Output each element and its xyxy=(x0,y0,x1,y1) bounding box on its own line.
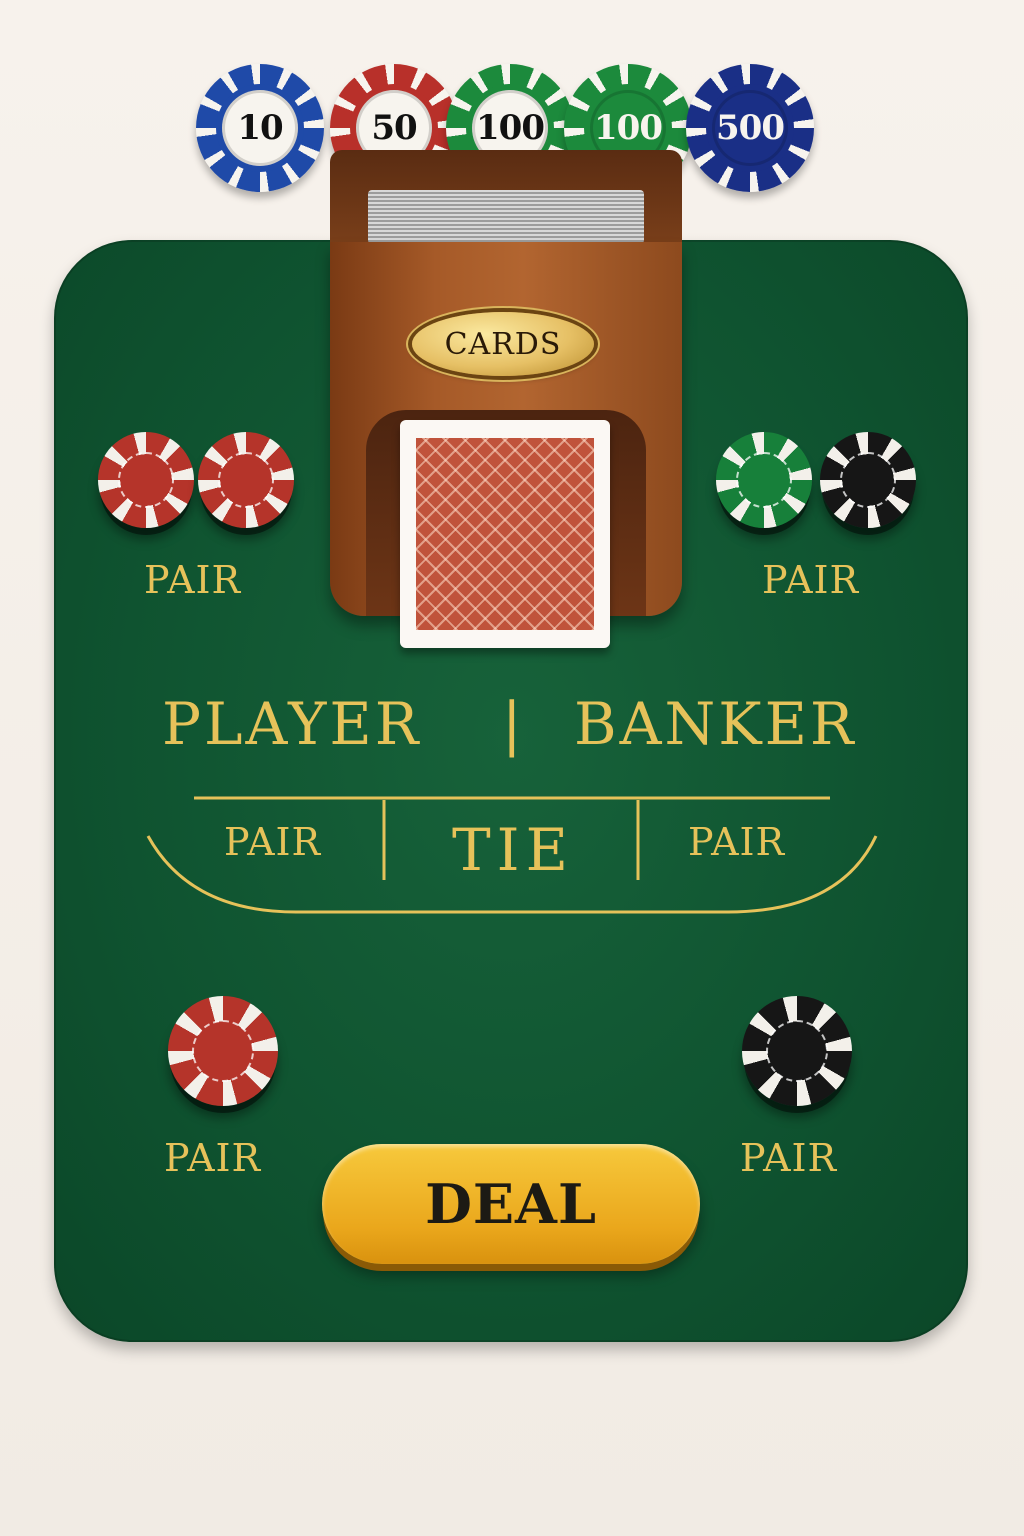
chip-500-value: 500 xyxy=(712,90,788,166)
chip-500[interactable]: 500 xyxy=(686,64,814,192)
tie-bet[interactable]: TIE xyxy=(452,816,574,884)
upper-right-pair-bet[interactable]: PAIR xyxy=(762,558,859,602)
banker-bet[interactable]: BANKER xyxy=(574,690,857,758)
lower-right-pair-bet[interactable]: PAIR xyxy=(740,1136,837,1180)
deal-button[interactable]: DEAL xyxy=(322,1144,700,1264)
upper-left-pair-bet[interactable]: PAIR xyxy=(144,558,241,602)
card-deck xyxy=(368,190,644,244)
shoe-slot xyxy=(330,150,682,246)
player-banker-separator: | xyxy=(502,690,525,758)
baccarat-screen: 10 50 100 100 500 CARDS PAIR PAIR PLAYER… xyxy=(0,0,1024,1536)
black-chip[interactable] xyxy=(820,432,916,528)
red-chip[interactable] xyxy=(198,432,294,528)
player-bet[interactable]: PLAYER xyxy=(162,690,421,758)
red-chip[interactable] xyxy=(168,996,278,1106)
card-back-pattern xyxy=(416,438,594,630)
player-pair-bet[interactable]: PAIR xyxy=(224,820,321,864)
black-chip[interactable] xyxy=(742,996,852,1106)
dealt-card[interactable] xyxy=(400,420,610,648)
red-chip[interactable] xyxy=(98,432,194,528)
banker-pair-bet[interactable]: PAIR xyxy=(688,820,785,864)
chip-10[interactable]: 10 xyxy=(196,64,324,192)
cards-plaque: CARDS xyxy=(412,312,594,376)
lower-left-pair-bet[interactable]: PAIR xyxy=(164,1136,261,1180)
green-chip[interactable] xyxy=(716,432,812,528)
chip-10-value: 10 xyxy=(222,90,298,166)
